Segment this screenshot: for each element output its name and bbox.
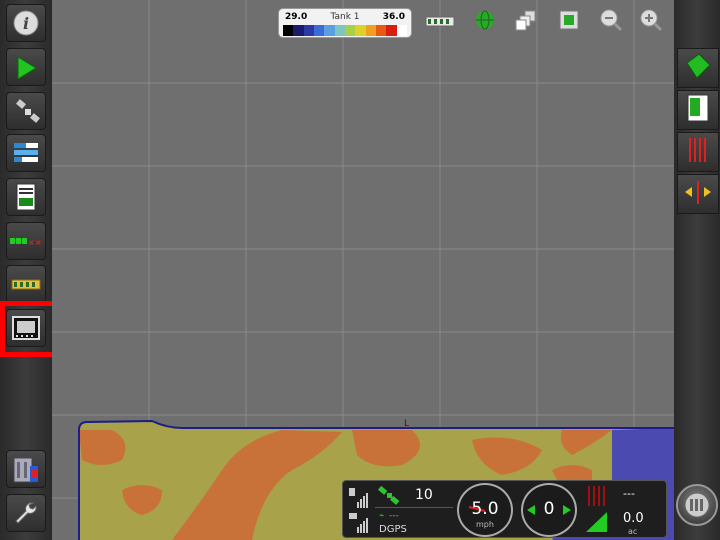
map-grid: L xyxy=(52,0,674,540)
layers-button[interactable] xyxy=(6,134,46,172)
field-report-button[interactable] xyxy=(677,90,719,130)
info-icon: i xyxy=(12,9,40,37)
map-extent-icon xyxy=(558,9,580,35)
svg-text:×: × xyxy=(28,238,35,247)
implement-icon xyxy=(11,275,41,293)
guidance-lines-button[interactable] xyxy=(677,132,719,172)
cubes-icon xyxy=(515,9,539,35)
area-icon xyxy=(585,511,609,537)
legend-swatch xyxy=(344,25,356,36)
rate-bars-icon xyxy=(585,485,607,511)
legend-max: 36.0 xyxy=(382,12,405,22)
display-button-highlight xyxy=(0,301,60,357)
satellite-count: 10 xyxy=(415,487,433,503)
cross-track-value: 0 xyxy=(543,499,555,519)
correction-icon: ⌁ xyxy=(379,511,385,521)
legend-swatch xyxy=(386,25,397,36)
settings-button[interactable] xyxy=(6,494,46,532)
legend-title: Tank 1 xyxy=(330,12,360,22)
nudge-arrows-icon xyxy=(683,178,713,210)
gps-button[interactable] xyxy=(6,92,46,130)
wrench-icon xyxy=(13,500,39,526)
legend-swatch xyxy=(375,25,387,36)
speed-unit: mph xyxy=(476,520,494,529)
globe-button[interactable] xyxy=(470,9,500,35)
zoom-in-icon xyxy=(639,8,663,36)
left-toolbar: i × × xyxy=(0,0,52,540)
field-button[interactable] xyxy=(677,48,719,88)
legend-swatch xyxy=(293,25,304,36)
info-button[interactable]: i xyxy=(6,4,46,42)
zoom-in-button[interactable] xyxy=(636,8,666,36)
correction-value: --- xyxy=(389,511,399,521)
guidance-arrow-icon xyxy=(12,53,40,81)
globe-icon xyxy=(474,9,496,35)
cross-track-gauge[interactable]: 0 xyxy=(521,483,577,537)
trash-icon xyxy=(12,454,40,484)
map-extent-button[interactable] xyxy=(554,9,584,35)
modem-signal-icon xyxy=(347,511,371,535)
legend-swatch xyxy=(283,25,294,36)
steering-wheel-icon xyxy=(682,490,712,524)
job-report-icon xyxy=(14,182,38,212)
signal-strength-icon xyxy=(347,486,371,510)
legend-swatch xyxy=(313,25,325,36)
legend-color-scale xyxy=(283,25,407,36)
rate-legend[interactable]: 29.0 Tank 1 36.0 xyxy=(278,8,412,38)
legend-swatch xyxy=(303,25,314,36)
svg-text:×: × xyxy=(35,238,42,247)
zoom-out-icon xyxy=(599,8,623,36)
svg-text:i: i xyxy=(23,14,29,33)
gps-mode: DGPS xyxy=(379,524,407,535)
legend-swatch xyxy=(324,25,335,36)
legend-swatch xyxy=(334,25,345,36)
field-boundary-icon xyxy=(683,51,713,85)
legend-swatch xyxy=(396,25,407,36)
legend-swatch xyxy=(355,25,366,36)
legend-min: 29.0 xyxy=(285,12,308,22)
delete-button[interactable] xyxy=(6,450,46,488)
3d-view-button[interactable] xyxy=(512,9,542,35)
legend-swatch xyxy=(365,25,376,36)
rate-value: --- xyxy=(623,487,635,500)
status-bar: 10 ⌁ --- DGPS 5.0 mph 0 --- 0.0 ac xyxy=(342,480,667,538)
autosteer-button[interactable] xyxy=(676,484,718,526)
map-view[interactable]: L xyxy=(52,0,674,540)
area-status[interactable]: --- 0.0 ac xyxy=(583,483,665,537)
guidance-button[interactable] xyxy=(6,48,46,86)
layers-icon xyxy=(12,140,40,166)
implement-icon xyxy=(425,13,455,32)
nudge-button[interactable] xyxy=(677,174,719,214)
area-value: 0.0 xyxy=(623,511,644,526)
speed-gauge[interactable]: 5.0 mph xyxy=(457,483,513,537)
implement-view-button[interactable] xyxy=(425,11,455,33)
speed-value: 5.0 xyxy=(471,499,499,519)
satellite-icon xyxy=(11,97,41,125)
right-toolbar xyxy=(674,0,720,540)
gps-status[interactable]: 10 ⌁ --- DGPS xyxy=(345,483,455,537)
job-button[interactable] xyxy=(6,178,46,216)
sections-icon: × × xyxy=(10,234,42,248)
zoom-out-button[interactable] xyxy=(596,8,626,36)
svg-text:L: L xyxy=(404,419,409,429)
implement-button[interactable] xyxy=(6,265,46,303)
sections-button[interactable]: × × xyxy=(6,222,46,260)
field-report-icon xyxy=(685,93,711,127)
guidance-lines-icon xyxy=(685,135,711,169)
area-unit: ac xyxy=(628,527,638,536)
